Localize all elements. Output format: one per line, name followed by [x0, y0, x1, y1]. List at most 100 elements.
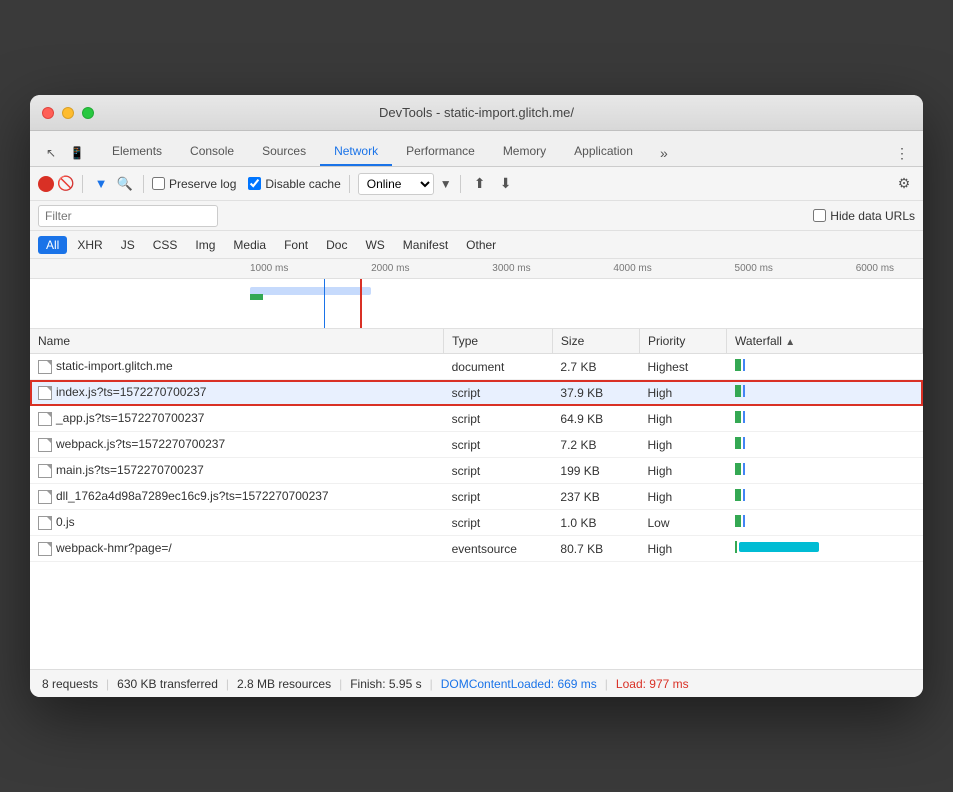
- table-row[interactable]: webpack-hmr?page=/eventsource80.7 KBHigh: [30, 536, 923, 562]
- cell-name: index.js?ts=1572270700237: [30, 380, 444, 406]
- filter-bar: Hide data URLs: [30, 201, 923, 231]
- preserve-log-checkbox[interactable]: [152, 177, 165, 190]
- wf-green-block: [735, 411, 741, 423]
- settings-button[interactable]: ⚙: [893, 173, 915, 195]
- close-button[interactable]: [42, 107, 54, 119]
- export-har-button[interactable]: ⬇: [495, 173, 517, 195]
- cell-name: webpack-hmr?page=/: [30, 536, 444, 562]
- waterfall-bar: [735, 489, 745, 501]
- type-filter-all[interactable]: All: [38, 236, 67, 254]
- more-tabs-button[interactable]: »: [651, 140, 677, 166]
- separator-3: [349, 175, 350, 193]
- file-icon: [38, 386, 52, 400]
- disable-cache-label[interactable]: Disable cache: [248, 177, 340, 191]
- tab-application[interactable]: Application: [560, 138, 647, 166]
- record-button[interactable]: [38, 176, 54, 192]
- type-filter-doc[interactable]: Doc: [318, 236, 355, 254]
- hide-data-urls-label[interactable]: Hide data URLs: [813, 209, 915, 223]
- cursor-tool-button[interactable]: ↖: [38, 140, 64, 166]
- type-filter-css[interactable]: CSS: [145, 236, 186, 254]
- cell-size: 80.7 KB: [552, 536, 639, 562]
- hide-data-urls-checkbox[interactable]: [813, 209, 826, 222]
- cell-waterfall: [727, 432, 923, 458]
- devtools-menu-button[interactable]: ⋮: [889, 140, 915, 166]
- cell-name: main.js?ts=1572270700237: [30, 458, 444, 484]
- cell-size: 2.7 KB: [552, 354, 639, 380]
- table-row[interactable]: _app.js?ts=1572270700237script64.9 KBHig…: [30, 406, 923, 432]
- tick-1000: 1000 ms: [250, 263, 288, 274]
- throttle-select[interactable]: Online Fast 3G Slow 3G Offline: [358, 173, 434, 195]
- file-icon: [38, 542, 52, 556]
- col-header-size[interactable]: Size: [552, 329, 639, 354]
- tab-console[interactable]: Console: [176, 138, 248, 166]
- wf-blue-line: [743, 359, 745, 371]
- tab-elements[interactable]: Elements: [98, 138, 176, 166]
- col-header-priority[interactable]: Priority: [639, 329, 726, 354]
- type-filter-media[interactable]: Media: [225, 236, 274, 254]
- tick-5000: 5000 ms: [735, 263, 773, 274]
- resources-size: 2.8 MB resources: [237, 677, 331, 691]
- tab-memory[interactable]: Memory: [489, 138, 560, 166]
- type-filter-xhr[interactable]: XHR: [69, 236, 110, 254]
- wf-blue-line: [743, 489, 745, 501]
- sort-arrow: ▲: [785, 337, 795, 348]
- cell-type: script: [444, 510, 553, 536]
- col-header-type[interactable]: Type: [444, 329, 553, 354]
- stop-button[interactable]: 🚫: [58, 176, 74, 192]
- tab-performance[interactable]: Performance: [392, 138, 489, 166]
- waterfall-bar: [735, 437, 745, 449]
- disable-cache-checkbox[interactable]: [248, 177, 261, 190]
- tab-bar: ↖ 📱 Elements Console Sources Network Per…: [30, 131, 923, 167]
- col-header-waterfall[interactable]: Waterfall ▲: [727, 329, 923, 354]
- file-icon: [38, 490, 52, 504]
- search-icon[interactable]: 🔍: [115, 174, 135, 194]
- filter-icon[interactable]: ▼: [91, 174, 111, 194]
- cell-priority: High: [639, 458, 726, 484]
- cell-type: eventsource: [444, 536, 553, 562]
- file-icon: [38, 412, 52, 426]
- wf-green-block: [735, 463, 741, 475]
- cell-size: 64.9 KB: [552, 406, 639, 432]
- waterfall-bar: [735, 359, 745, 371]
- tab-sources[interactable]: Sources: [248, 138, 320, 166]
- type-filter-ws[interactable]: WS: [357, 236, 392, 254]
- wf-blue-line: [743, 437, 745, 449]
- filter-input[interactable]: [38, 205, 218, 227]
- type-filter-bar: All XHR JS CSS Img Media Font Doc WS Man…: [30, 231, 923, 259]
- table-row[interactable]: index.js?ts=1572270700237script37.9 KBHi…: [30, 380, 923, 406]
- table-row[interactable]: static-import.glitch.medocument2.7 KBHig…: [30, 354, 923, 380]
- type-filter-img[interactable]: Img: [187, 236, 223, 254]
- import-har-button[interactable]: ⬆: [469, 173, 491, 195]
- cell-priority: High: [639, 536, 726, 562]
- load-line: [360, 279, 362, 329]
- waterfall-bar: [735, 385, 745, 397]
- table-row[interactable]: 0.jsscript1.0 KBLow: [30, 510, 923, 536]
- tab-network[interactable]: Network: [320, 138, 392, 166]
- type-filter-manifest[interactable]: Manifest: [395, 236, 456, 254]
- load-time: Load: 977 ms: [616, 677, 689, 691]
- cell-size: 37.9 KB: [552, 380, 639, 406]
- type-filter-other[interactable]: Other: [458, 236, 504, 254]
- tick-4000: 4000 ms: [613, 263, 651, 274]
- table-row[interactable]: main.js?ts=1572270700237script199 KBHigh: [30, 458, 923, 484]
- table-row[interactable]: dll_1762a4d98a7289ec16c9.js?ts=157227070…: [30, 484, 923, 510]
- cell-size: 7.2 KB: [552, 432, 639, 458]
- waterfall-bar: [735, 411, 745, 423]
- cell-size: 199 KB: [552, 458, 639, 484]
- wf-blue-line: [743, 463, 745, 475]
- titlebar: DevTools - static-import.glitch.me/: [30, 95, 923, 131]
- minimize-button[interactable]: [62, 107, 74, 119]
- col-header-name[interactable]: Name: [30, 329, 444, 354]
- preserve-log-label[interactable]: Preserve log: [152, 177, 236, 191]
- device-toolbar-button[interactable]: 📱: [64, 140, 90, 166]
- type-filter-js[interactable]: JS: [113, 236, 143, 254]
- transferred-size: 630 KB transferred: [117, 677, 218, 691]
- maximize-button[interactable]: [82, 107, 94, 119]
- file-icon: [38, 438, 52, 452]
- table-row[interactable]: webpack.js?ts=1572270700237script7.2 KBH…: [30, 432, 923, 458]
- separator-1: [82, 175, 83, 193]
- waterfall-bar: [735, 463, 745, 475]
- cell-type: script: [444, 484, 553, 510]
- cell-size: 1.0 KB: [552, 510, 639, 536]
- type-filter-font[interactable]: Font: [276, 236, 316, 254]
